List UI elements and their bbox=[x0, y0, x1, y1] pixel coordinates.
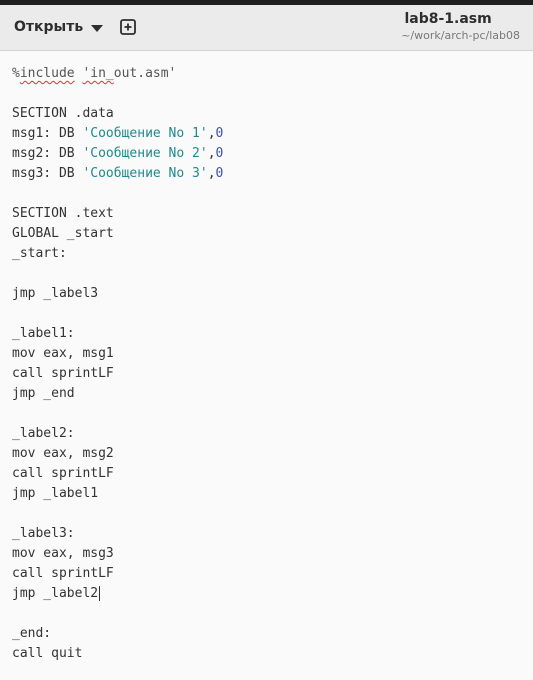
chevron-down-icon bbox=[91, 24, 104, 32]
code-line: GLOBAL _start bbox=[12, 226, 114, 241]
code-line: msg2: DB 'Сообщение No 2',0 bbox=[12, 146, 224, 161]
code-line: _label3: bbox=[12, 526, 75, 541]
text-cursor bbox=[99, 586, 101, 601]
code-line: jmp _end bbox=[12, 386, 75, 401]
code-line: mov eax, msg3 bbox=[12, 546, 114, 561]
code-line: msg1: DB 'Сообщение No 1',0 bbox=[12, 126, 224, 141]
code-line: msg3: DB 'Сообщение No 3',0 bbox=[12, 166, 224, 181]
plus-square-icon bbox=[120, 19, 136, 35]
code-line: jmp _label3 bbox=[12, 286, 99, 301]
headerbar: Открыть lab8-1.asm ~/work/arch-pc/lab08 bbox=[0, 5, 533, 51]
code-line: call quit bbox=[12, 646, 83, 661]
file-path: ~/work/arch-pc/lab08 bbox=[401, 29, 520, 42]
code-line: SECTION .text bbox=[12, 206, 114, 221]
code-line: call sprintLF bbox=[12, 566, 114, 581]
code-line: _label1: bbox=[12, 326, 75, 341]
window-title-block: lab8-1.asm ~/work/arch-pc/lab08 bbox=[401, 11, 520, 43]
code-line: _label2: bbox=[12, 426, 75, 441]
new-tab-button[interactable] bbox=[117, 16, 139, 38]
file-title: lab8-1.asm bbox=[404, 11, 492, 27]
code-line: jmp _label1 bbox=[12, 486, 99, 501]
code-line: call sprintLF bbox=[12, 366, 114, 381]
code-view[interactable]: %include 'in_out.asm' SECTION .data msg1: … bbox=[12, 64, 223, 664]
code-line: _end: bbox=[12, 626, 52, 641]
code-line: mov eax, msg2 bbox=[12, 446, 114, 461]
code-line: %include 'in_out.asm' bbox=[12, 66, 177, 81]
open-button-label: Открыть bbox=[14, 19, 84, 35]
code-line: jmp _label2 bbox=[12, 586, 101, 601]
code-line: SECTION .data bbox=[12, 106, 114, 121]
code-line: call sprintLF bbox=[12, 466, 114, 481]
code-line: _start: bbox=[12, 246, 67, 261]
open-button[interactable]: Открыть bbox=[8, 13, 109, 41]
code-line: mov eax, msg1 bbox=[12, 346, 114, 361]
text-editor-area[interactable]: %include 'in_out.asm' SECTION .data msg1: … bbox=[0, 51, 533, 680]
